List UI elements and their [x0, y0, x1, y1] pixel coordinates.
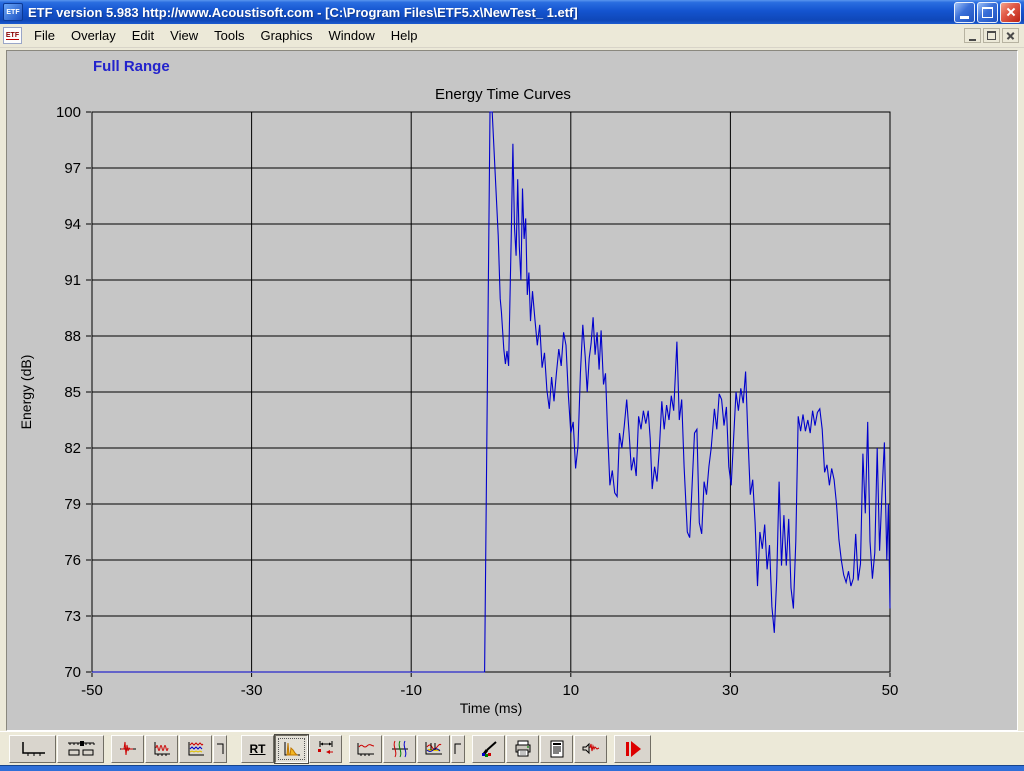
title-bar: ETF ETF version 5.983 http://www.Acousti…	[0, 0, 1024, 24]
phase-response-button[interactable]	[383, 734, 416, 763]
svg-text:50: 50	[882, 682, 899, 699]
axes-button[interactable]	[9, 734, 56, 763]
menu-item-window[interactable]: Window	[321, 25, 383, 46]
minimize-button[interactable]	[954, 1, 975, 23]
play-icon	[625, 740, 641, 757]
svg-text:73: 73	[64, 608, 81, 625]
menu-item-help[interactable]: Help	[383, 25, 426, 46]
menu-item-view[interactable]: View	[162, 25, 206, 46]
printer-icon	[515, 740, 530, 756]
svg-text:88: 88	[64, 328, 81, 345]
measure-start-button[interactable]	[614, 734, 651, 763]
print-button[interactable]	[506, 734, 539, 763]
slider-icon	[67, 740, 94, 755]
marker-slider-button[interactable]	[57, 734, 104, 763]
child-close-icon	[1006, 31, 1015, 40]
toolbar: RT	[0, 731, 1024, 765]
svg-text:91: 91	[64, 272, 81, 289]
document-icon-label: ETF	[5, 31, 20, 40]
menu-item-graphics[interactable]: Graphics	[252, 25, 320, 46]
energy-time-chart: -50 -30 -10 10 30 50 70 73 76 79 82 85 88 91 94 97 100 En…	[18, 86, 899, 716]
frequency-response-icon	[357, 742, 374, 756]
child-close-button[interactable]	[1002, 28, 1019, 43]
impulse-icon	[119, 741, 136, 755]
svg-text:100: 100	[56, 104, 81, 121]
rt-label: RT	[249, 741, 266, 756]
speaker-wave-icon	[582, 742, 599, 754]
x-axis-label: Time (ms)	[460, 700, 522, 716]
corner-right-icon	[454, 743, 461, 754]
corner-left-button[interactable]	[213, 734, 227, 763]
restore-icon	[982, 6, 993, 18]
energy-time-curve-button[interactable]	[275, 734, 308, 763]
window-title: ETF version 5.983 http://www.Acoustisoft…	[28, 4, 578, 20]
corner-left-icon	[217, 743, 224, 754]
child-minimize-icon	[969, 38, 976, 41]
menu-items: File Overlay Edit View Tools Graphics Window He…	[26, 25, 426, 46]
combined-response-button[interactable]	[417, 734, 450, 763]
report-icon	[550, 740, 563, 757]
svg-text:-30: -30	[241, 682, 263, 699]
child-minimize-button[interactable]	[964, 28, 981, 43]
window-controls	[954, 1, 1021, 23]
color-settings-button[interactable]	[472, 734, 505, 763]
axes-icon	[21, 741, 45, 756]
menu-bar: ETF File Overlay Edit View Tools Graphics Wind…	[0, 24, 1024, 48]
child-restore-icon	[987, 31, 996, 40]
paintbrush-icon	[481, 740, 497, 757]
phase-curves-icon	[391, 740, 408, 757]
close-icon	[1005, 6, 1017, 18]
menu-item-file[interactable]: File	[26, 25, 63, 46]
menu-item-overlay[interactable]: Overlay	[63, 25, 124, 46]
svg-text:70: 70	[64, 664, 81, 681]
chart-panel: Full Range -50 -30 -10 10 30 50 70 73 76 79 82 85 88…	[6, 50, 1018, 731]
window-bottom-border	[0, 765, 1024, 771]
frequency-response-button[interactable]	[349, 734, 382, 763]
document-icon: ETF	[3, 27, 22, 44]
svg-text:-10: -10	[400, 682, 422, 699]
corner-right-button[interactable]	[451, 734, 465, 763]
child-restore-button[interactable]	[983, 28, 1000, 43]
svg-text:94: 94	[64, 216, 81, 233]
svg-text:85: 85	[64, 384, 81, 401]
menu-item-tools[interactable]: Tools	[206, 25, 252, 46]
svg-text:-50: -50	[81, 682, 103, 699]
impulse-response-button[interactable]	[111, 734, 144, 763]
minimize-icon	[960, 15, 969, 19]
client-area: Full Range -50 -30 -10 10 30 50 70 73 76 79 82 85 88…	[0, 48, 1024, 731]
svg-text:30: 30	[722, 682, 739, 699]
svg-text:97: 97	[64, 160, 81, 177]
child-window-controls	[964, 28, 1021, 43]
svg-text:79: 79	[64, 496, 81, 513]
svg-text:76: 76	[64, 552, 81, 569]
combined-curves-icon	[425, 741, 442, 754]
svg-text:82: 82	[64, 440, 81, 457]
wavelets-icon	[154, 741, 170, 756]
time-range-icon	[317, 740, 333, 754]
y-axis-label: Energy (dB)	[18, 355, 34, 430]
svg-text:10: 10	[562, 682, 579, 699]
close-button[interactable]	[1000, 1, 1021, 23]
grid-lines	[86, 111, 891, 677]
rt-button[interactable]: RT	[241, 734, 274, 763]
app-window: ETF ETF version 5.983 http://www.Acousti…	[0, 0, 1024, 771]
report-button[interactable]	[540, 734, 573, 763]
audio-monitor-button[interactable]	[574, 734, 607, 763]
overlay-curves-icon	[188, 741, 204, 755]
overlay-response-button[interactable]	[179, 734, 212, 763]
energy-time-curve-icon	[284, 741, 300, 755]
restore-button[interactable]	[977, 1, 998, 23]
wavelet-response-button[interactable]	[145, 734, 178, 763]
chart-title: Energy Time Curves	[435, 86, 571, 103]
app-icon: ETF	[3, 3, 23, 21]
menu-item-edit[interactable]: Edit	[124, 25, 162, 46]
time-range-button[interactable]	[309, 734, 342, 763]
